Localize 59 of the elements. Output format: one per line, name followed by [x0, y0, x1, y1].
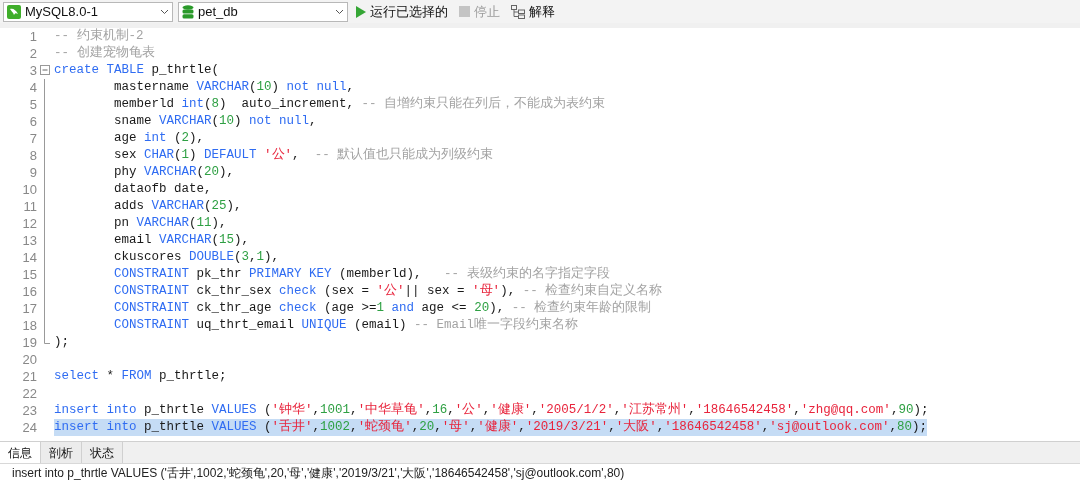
play-icon	[356, 5, 366, 18]
code-line: select * FROM p_thrtle;	[54, 368, 227, 385]
stop-icon	[459, 6, 470, 17]
explain-button[interactable]: 解释	[508, 1, 558, 22]
database-dropdown[interactable]: pet_db	[178, 1, 348, 22]
line-number: 9	[28, 164, 38, 181]
code-line: -- 创建宠物龟表	[54, 45, 155, 62]
code-line: sname VARCHAR(10) not null,	[113, 113, 317, 130]
code-line: -- 约束机制-2	[54, 28, 144, 45]
code-line: pn VARCHAR(11),	[113, 215, 227, 232]
line-number: 7	[28, 130, 38, 147]
code-line: insert into p_thrtle VALUES ('钟华',1001,'中华草龟',16,'公','健康','2005/1/2','江苏常州','18646542458','zhg@qq.com',90);	[54, 402, 929, 419]
line-number: 3	[28, 62, 38, 79]
line-number: 21	[21, 368, 38, 385]
chevron-down-icon	[335, 8, 344, 15]
line-number: 16	[21, 283, 38, 300]
line-number: 6	[28, 113, 38, 130]
result-tab[interactable]: 状态	[82, 442, 123, 464]
code-line: create TABLE p_thrtle(	[54, 62, 220, 79]
collapse-icon[interactable]	[40, 65, 50, 75]
code-line: CONSTRAINT ck_thr_sex check (sex = '公'|| sex = '母'), -- 检查约束自定义名称	[113, 283, 663, 300]
code-line: );	[54, 334, 69, 351]
code-line: CONSTRAINT pk_thr PRIMARY KEY (memberld), -- 表级约束的名字指定字段	[113, 266, 610, 283]
code-line: dataofb date,	[113, 181, 212, 198]
line-number: 2	[28, 45, 38, 62]
line-number: 10	[21, 181, 38, 198]
database-icon	[182, 4, 194, 19]
line-number: 15	[21, 266, 38, 283]
code-line: memberld int(8) auto_increment, -- 自增约束只能在列后，不能成为表约束	[113, 96, 606, 113]
line-number: 24	[21, 419, 38, 436]
code-line: age int (2),	[113, 130, 205, 147]
line-number: 17	[21, 300, 38, 317]
line-number: 8	[28, 147, 38, 164]
tree-diagram-icon	[511, 4, 525, 19]
line-number: 5	[28, 96, 38, 113]
line-number: 23	[21, 402, 38, 419]
result-tab[interactable]: 信息	[0, 442, 41, 464]
code-line: phy VARCHAR(20),	[113, 164, 235, 181]
line-number: 11	[22, 198, 38, 215]
code-line: CONSTRAINT ck_thr_age check (age >=1 and age <= 20), -- 检查约束年龄的限制	[113, 300, 652, 317]
code-line: mastername VARCHAR(10) not null,	[113, 79, 355, 96]
line-number: 4	[28, 79, 38, 96]
line-number: 12	[21, 215, 38, 232]
line-number: 22	[21, 385, 38, 402]
code-line: ckuscores DOUBLE(3,1),	[113, 249, 280, 266]
connection-dropdown[interactable]: MySQL8.0-1	[3, 1, 173, 22]
line-number: 18	[21, 317, 38, 334]
message-text: insert into p_thrtle VALUES ('舌井',1002,'蛇颈龟',20,'母','健康','2019/3/21','大阪','18646542458','sj@outlook.com',80)	[12, 465, 625, 481]
line-number: 13	[21, 232, 38, 249]
code-line: email VARCHAR(15),	[113, 232, 250, 249]
result-tab[interactable]: 剖析	[41, 442, 82, 464]
chevron-down-icon	[160, 8, 169, 15]
code-line: adds VARCHAR(25),	[113, 198, 242, 215]
line-number: 1	[28, 28, 38, 45]
line-number: 19	[21, 334, 38, 351]
code-line: sex CHAR(1) DEFAULT '公', -- 默认值也只能成为列级约束	[113, 147, 494, 164]
line-number: 14	[21, 249, 38, 266]
line-number: 20	[21, 351, 38, 368]
run-selected-button[interactable]: 运行已选择的	[353, 1, 451, 22]
